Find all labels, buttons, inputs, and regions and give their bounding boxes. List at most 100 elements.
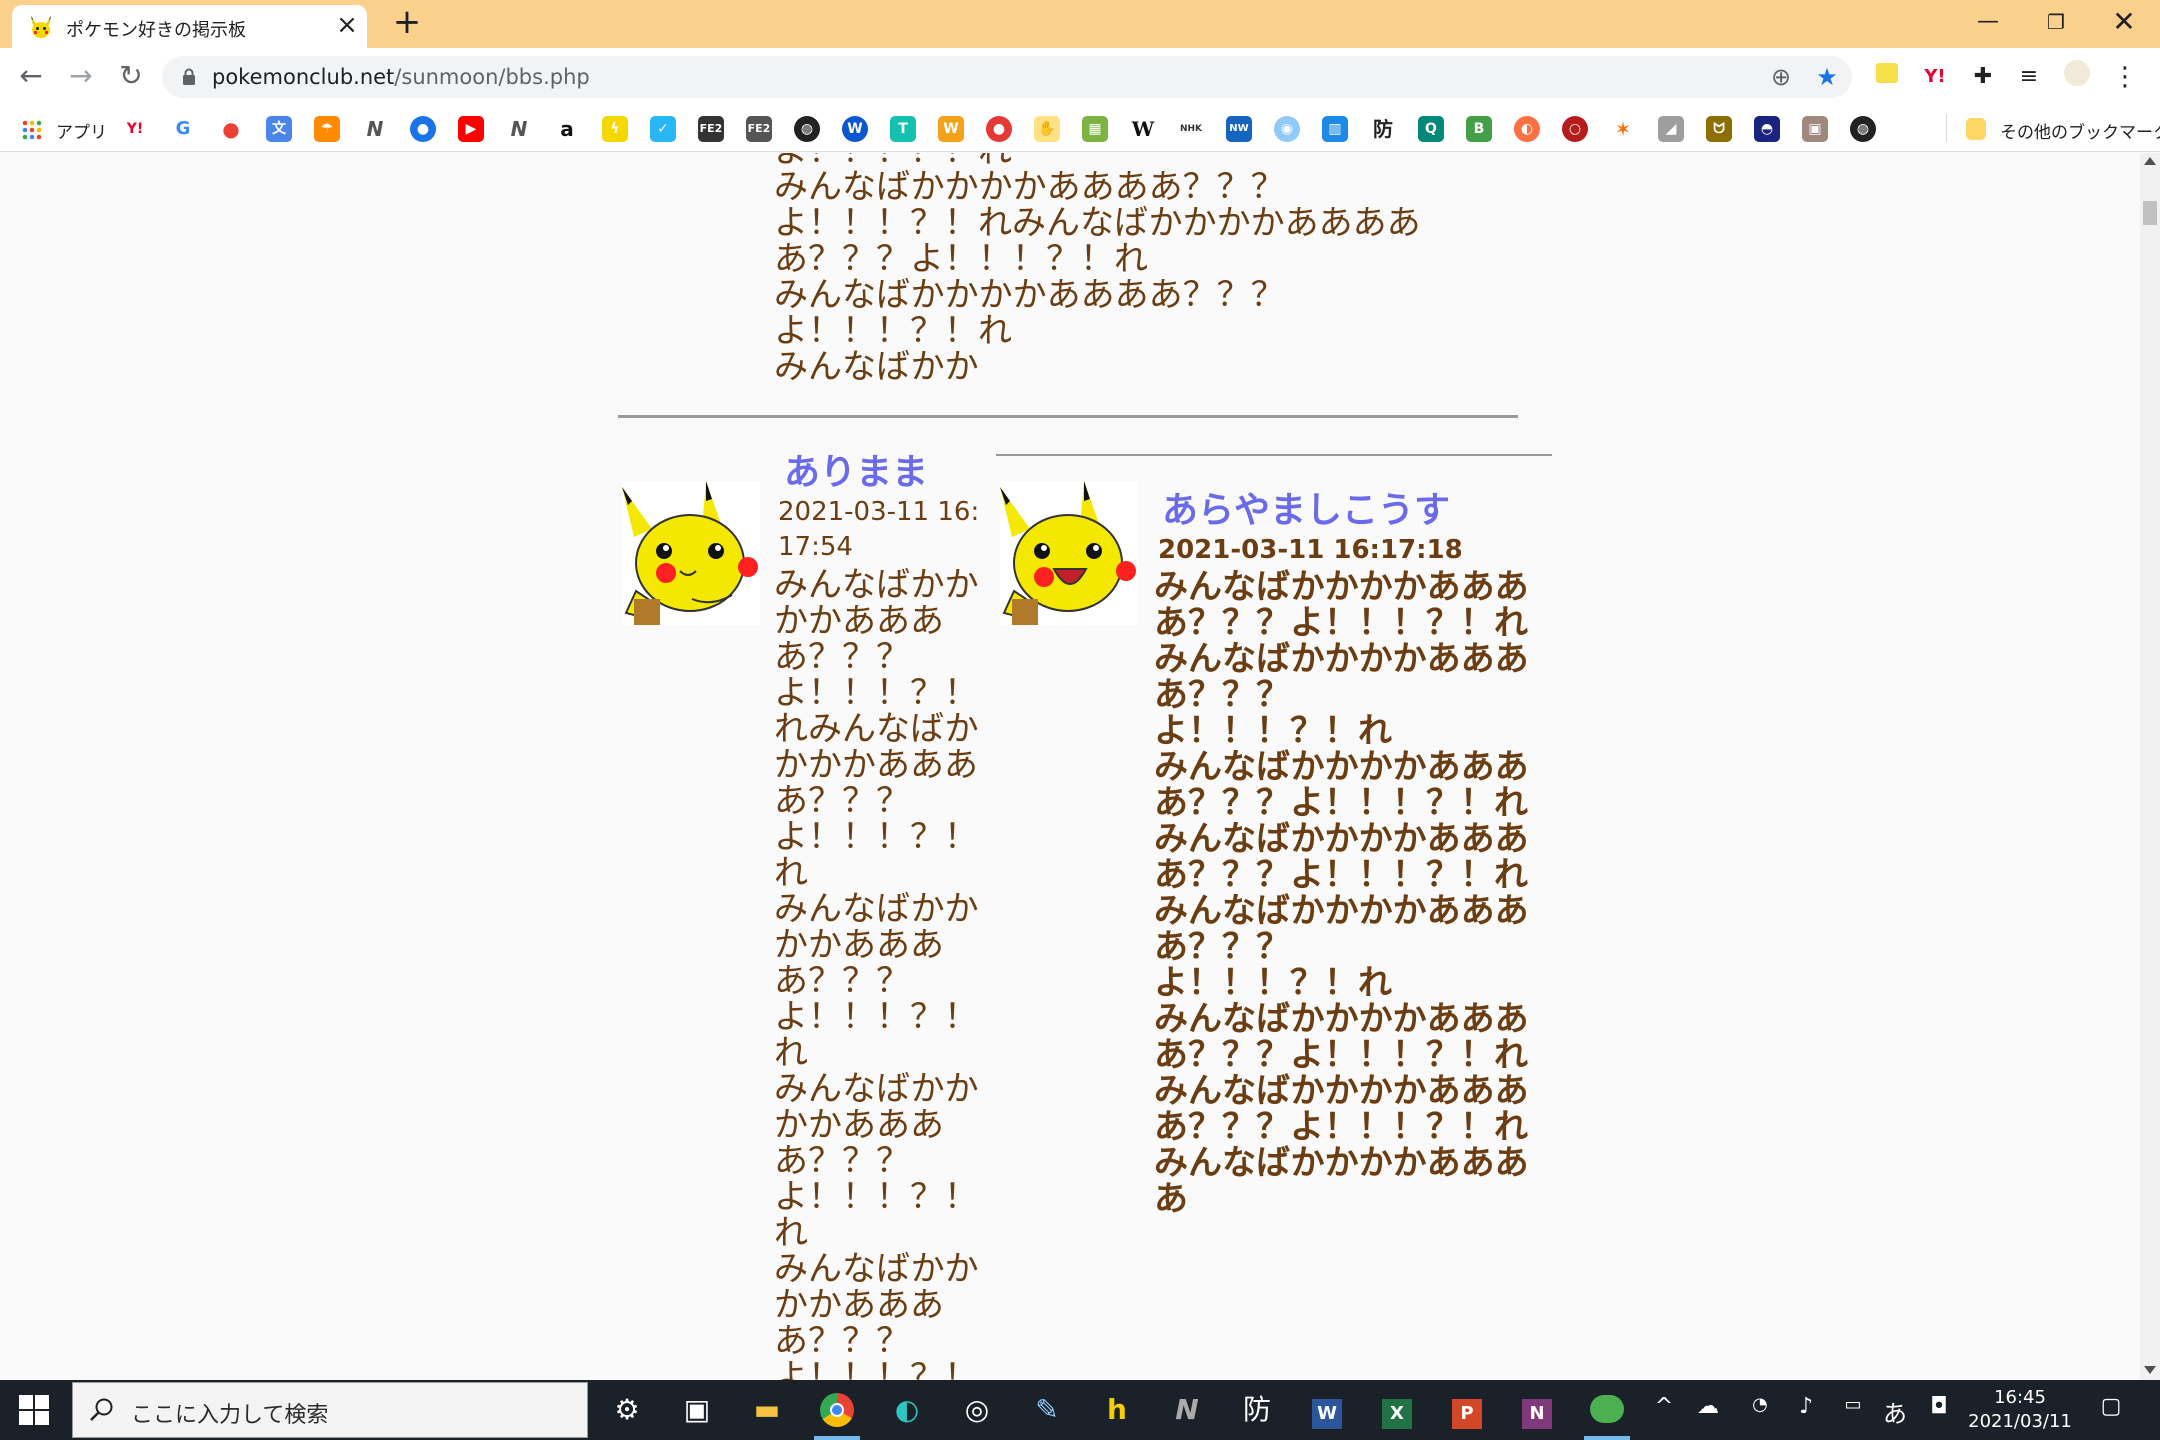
camera-icon[interactable]: ▣ <box>674 1388 720 1432</box>
extension-yahoo-icon[interactable]: Y! <box>1918 60 1952 94</box>
tab-pokemon-bbs[interactable]: ポケモン好きの掲示板 × <box>12 5 367 48</box>
apps-grid-icon[interactable] <box>22 120 42 140</box>
bookmark-translate-icon[interactable]: 文 <box>266 116 292 142</box>
bookmark-pokeball-icon[interactable]: ◓ <box>1754 116 1780 142</box>
bookmark-wikipedia-icon[interactable]: W <box>1130 116 1156 142</box>
bookmark-yahoo-icon[interactable]: Y! <box>122 116 148 142</box>
bookmark-amazon-icon[interactable]: a <box>554 116 580 142</box>
bookmark-n-icon[interactable]: N <box>362 116 388 142</box>
window-close-icon[interactable]: ✕ <box>2094 4 2154 40</box>
bookmark-orange-icon[interactable]: ◐ <box>1514 116 1540 142</box>
back-arrow-icon[interactable]: ← <box>12 58 50 96</box>
powerpoint-icon[interactable]: P <box>1444 1388 1490 1432</box>
bookmark-building-icon[interactable]: ▥ <box>1322 116 1348 142</box>
taskbar-search[interactable]: ここに入力して検索 <box>72 1382 588 1438</box>
reload-icon[interactable]: ↻ <box>112 58 150 96</box>
bookmark-globe-icon[interactable]: ◍ <box>794 116 820 142</box>
bookmark-bou-icon[interactable]: 防 <box>1370 116 1396 142</box>
tab-close-icon[interactable]: × <box>334 12 360 39</box>
bookmark-other[interactable]: その他のブックマーク <box>2000 118 2160 143</box>
n-app-icon[interactable]: N <box>1164 1388 1210 1432</box>
bookmark-w-icon[interactable]: W <box>842 116 868 142</box>
ime-indicator[interactable]: あ <box>1880 1394 1910 1429</box>
bookmark-brown-icon[interactable]: ▣ <box>1802 116 1828 142</box>
settings-gear-icon[interactable]: ⚙ <box>604 1388 650 1432</box>
battery-icon[interactable]: ▭ <box>1838 1394 1868 1415</box>
clock[interactable]: 16:45 2021/03/11 <box>1960 1386 2080 1434</box>
bookmark-wave-icon[interactable]: ✶ <box>1610 116 1636 142</box>
bookmark-t-icon[interactable]: T <box>890 116 916 142</box>
zoom-icon[interactable]: ⊕ <box>1766 62 1796 92</box>
bookmark-b-icon[interactable]: B <box>1466 116 1492 142</box>
vertical-scrollbar[interactable] <box>2140 153 2160 1380</box>
bookmark-circle-icon[interactable]: ◉ <box>1274 116 1300 142</box>
pikachu-favicon-icon <box>31 16 51 38</box>
bookmark-news-icon[interactable]: NW <box>1226 116 1252 142</box>
bookmark-q-icon[interactable]: Q <box>1418 116 1444 142</box>
bookmark-red-icon[interactable]: ● <box>986 116 1012 142</box>
wifi-icon[interactable]: ◔ <box>1746 1394 1774 1415</box>
media-queue-icon[interactable]: ≡ <box>2012 60 2046 94</box>
post-divider <box>996 454 1552 456</box>
extension-mail-icon[interactable] <box>1870 60 1904 94</box>
restore-icon[interactable]: ❐ <box>2026 4 2086 40</box>
bookmark-youtube-icon[interactable]: ▶ <box>458 116 484 142</box>
url-host: pokemonclub.net <box>212 65 395 89</box>
post-divider <box>618 415 1518 418</box>
bookmark-maps-icon[interactable]: ● <box>218 116 244 142</box>
bookmark-ring-icon[interactable]: ○ <box>1562 116 1588 142</box>
menu-dots-icon[interactable]: ⋮ <box>2108 60 2142 94</box>
onedrive-cloud-icon[interactable]: ☁ <box>1694 1394 1722 1419</box>
active-app-indicator <box>814 1436 860 1440</box>
volume-icon[interactable]: ♪ <box>1792 1394 1820 1419</box>
bookmark-cat-icon[interactable]: ᗢ <box>1706 116 1732 142</box>
post-author[interactable]: ありまま <box>784 443 928 495</box>
word-icon[interactable]: W <box>1304 1388 1350 1432</box>
bookmark-hand-icon[interactable]: ✋ <box>1034 116 1060 142</box>
tray-chevron-icon[interactable]: ^ <box>1652 1394 1676 1419</box>
bookmark-weather-icon[interactable]: ☂ <box>314 116 340 142</box>
bookmark-fe2-icon[interactable]: FE2 <box>698 116 724 142</box>
minimize-icon[interactable]: — <box>1958 4 2018 40</box>
scroll-down-icon[interactable] <box>2144 1366 2156 1374</box>
chrome-icon[interactable] <box>814 1388 860 1432</box>
top-message-body: よ！！！？！れ みんなばかかかかああああ？？？ よ！！！？！れみんなばかかかかあ… <box>774 153 1421 387</box>
bookmark-game-icon[interactable]: ▦ <box>1082 116 1108 142</box>
extensions-puzzle-icon[interactable]: ✚ <box>1966 60 2000 94</box>
bookmark-fe2b-icon[interactable]: FE2 <box>746 116 772 142</box>
folder-icon <box>1966 118 1986 140</box>
bookmark-account-icon[interactable]: ● <box>410 116 436 142</box>
bookmark-nhk-icon[interactable]: NHK <box>1178 116 1204 142</box>
paint-icon[interactable]: ✎ <box>1024 1388 1070 1432</box>
post-author[interactable]: あらやましこうす <box>1162 481 1450 533</box>
bookmark-gray-icon[interactable]: ◢ <box>1658 116 1684 142</box>
browser-toolbar: ← → ↻ pokemonclub.net/sunmoon/bbs.php ⊕ … <box>0 48 2160 106</box>
edge-icon[interactable]: ◐ <box>884 1388 930 1432</box>
file-explorer-icon[interactable]: ▬ <box>744 1388 790 1432</box>
post-date: 2021-03-11 16:17:54 <box>778 497 980 562</box>
bookmark-pikachu-icon[interactable]: ϟ <box>602 116 628 142</box>
frog-app-icon[interactable] <box>1584 1388 1630 1432</box>
scroll-up-icon[interactable] <box>2144 157 2156 165</box>
scroll-thumb[interactable] <box>2143 201 2157 225</box>
windows-taskbar: ここに入力して検索 ⚙ ▣ ▬ ◐ ◎ ✎ h N 防 W X P N ^ ☁ … <box>0 1380 2160 1440</box>
address-bar[interactable]: pokemonclub.net/sunmoon/bbs.php ⊕ ★ <box>162 56 1852 98</box>
forward-arrow-icon[interactable]: → <box>62 58 100 96</box>
notification-icon[interactable]: ▢ <box>2096 1394 2126 1419</box>
excel-icon[interactable]: X <box>1374 1388 1420 1432</box>
hatena-icon[interactable]: h <box>1094 1388 1140 1432</box>
bookmark-n2-icon[interactable]: N <box>506 116 532 142</box>
profile-avatar[interactable] <box>2060 60 2094 94</box>
bousai-icon[interactable]: 防 <box>1234 1388 1280 1432</box>
ime-mode-icon[interactable]: ◘ <box>1924 1394 1954 1419</box>
bookmark-star-icon[interactable]: ★ <box>1812 62 1842 92</box>
new-tab-icon[interactable]: + <box>390 5 424 40</box>
bookmark-w2-icon[interactable]: W <box>938 116 964 142</box>
bookmark-globe2-icon[interactable]: ◍ <box>1850 116 1876 142</box>
bookmark-apps[interactable]: アプリ <box>56 118 107 143</box>
media-player-icon[interactable]: ◎ <box>954 1388 1000 1432</box>
windows-start-icon[interactable] <box>18 1394 50 1426</box>
bookmark-check-icon[interactable]: ✓ <box>650 116 676 142</box>
bookmark-google-icon[interactable]: G <box>170 116 196 142</box>
onenote-icon[interactable]: N <box>1514 1388 1560 1432</box>
